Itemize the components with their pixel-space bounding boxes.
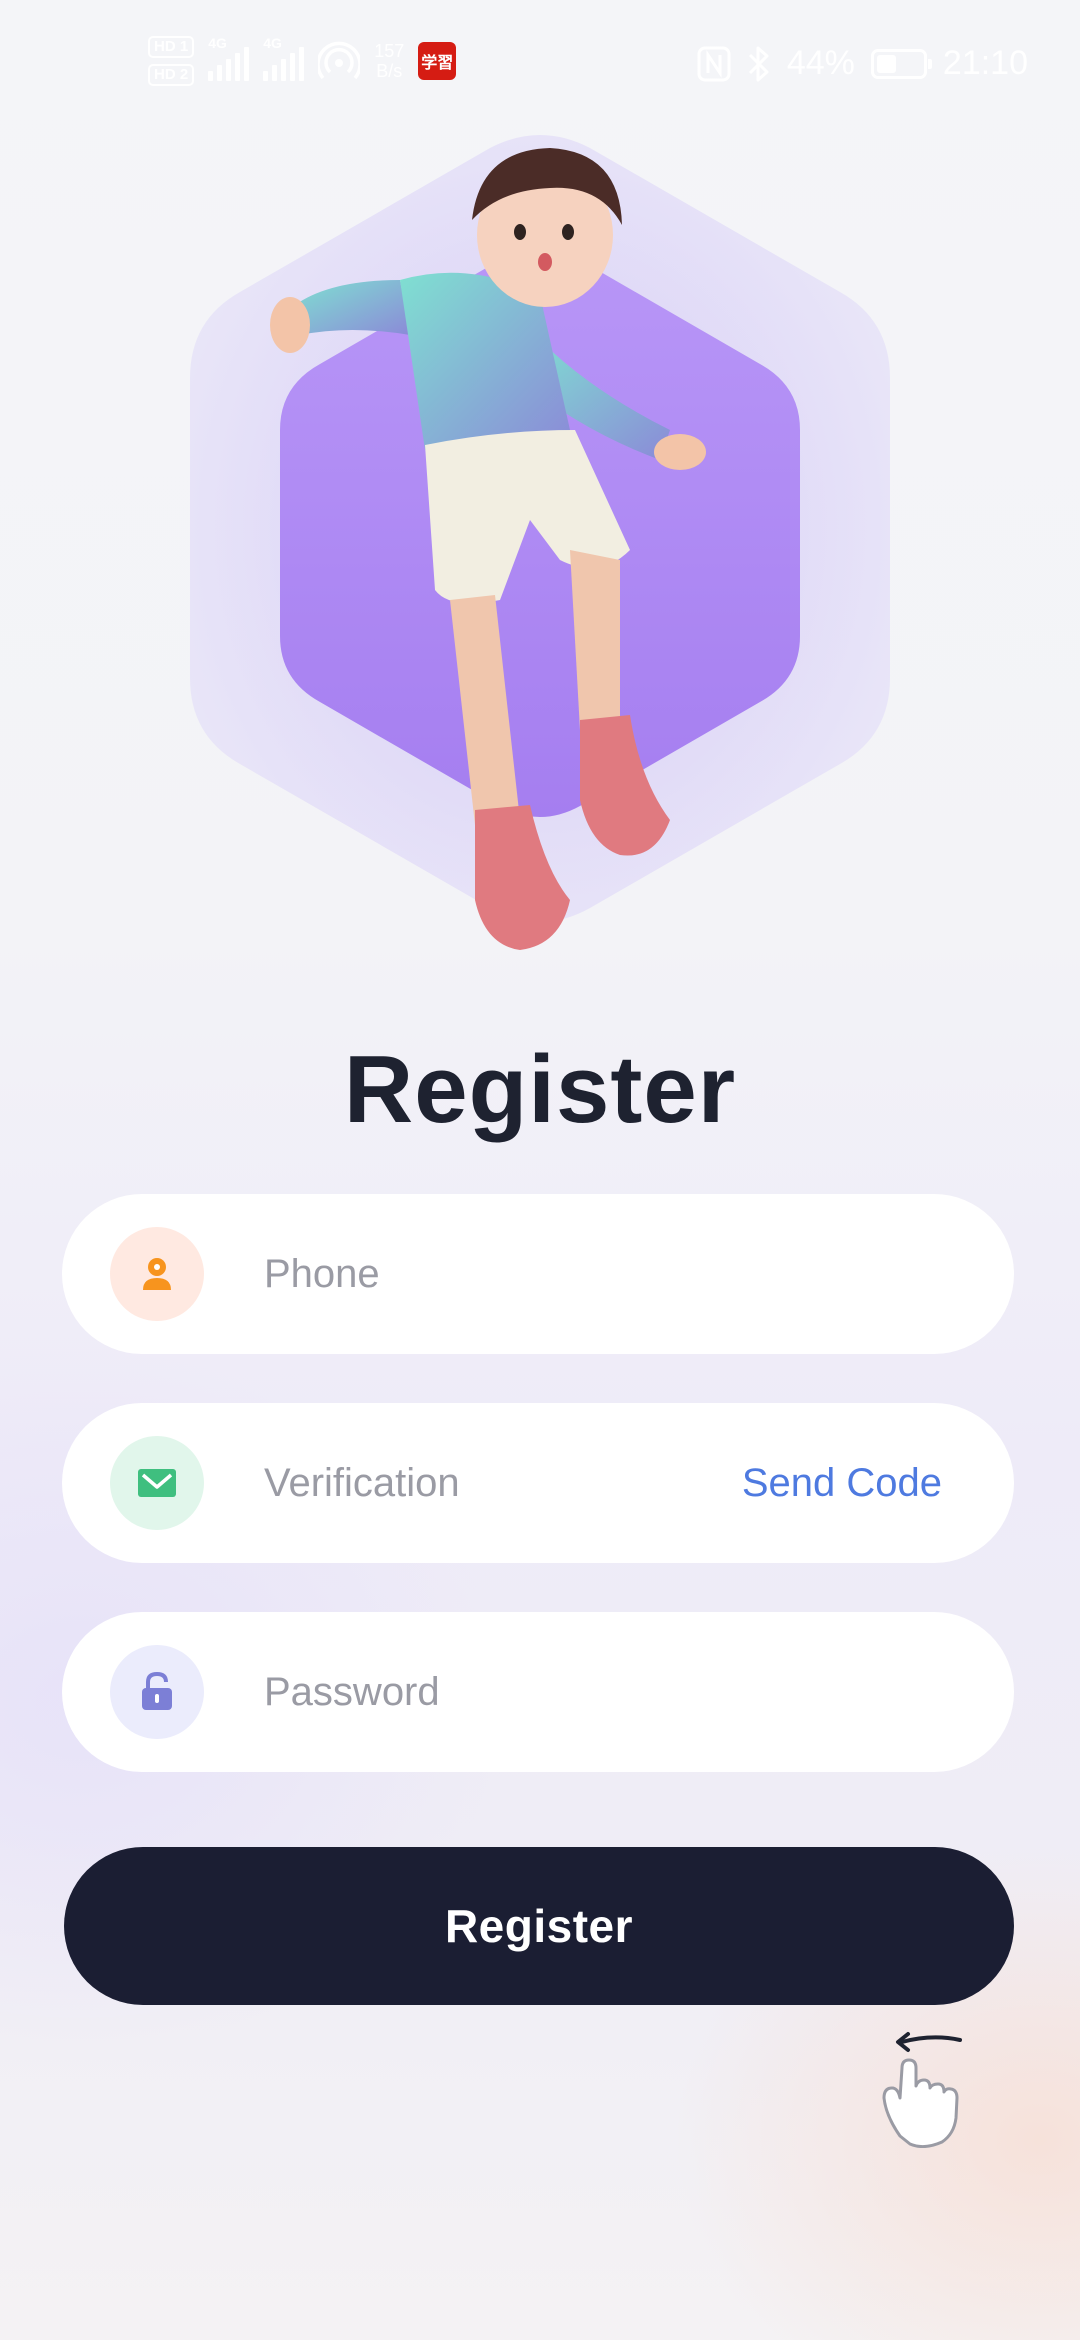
lock-icon xyxy=(142,1671,172,1710)
signal-bar xyxy=(235,53,241,81)
status-bar-left: HD 1 HD 2 4G 4G 157 B/s 学習 xyxy=(148,35,457,86)
signal-bar xyxy=(299,47,305,81)
hd-badge-sim2: HD 2 xyxy=(148,64,195,86)
swipe-back-gesture-icon xyxy=(882,2032,962,2148)
signal-icon-sim2: 4G xyxy=(263,35,305,81)
send-code-button[interactable]: Send Code xyxy=(742,1443,942,1523)
phone-field-icon xyxy=(110,1227,204,1321)
signal-bar xyxy=(208,71,214,81)
hotspot-icon xyxy=(318,41,361,80)
mail-icon xyxy=(138,1469,176,1497)
hero-illustration xyxy=(150,130,930,980)
verification-field-icon xyxy=(110,1436,204,1530)
password-input[interactable] xyxy=(264,1652,764,1732)
password-field[interactable] xyxy=(62,1612,1014,1772)
network-speed: 157 B/s xyxy=(374,41,404,81)
network-type-label: 4G xyxy=(263,35,282,51)
character-eye xyxy=(514,224,526,240)
status-bar: HD 1 HD 2 4G 4G 157 B/s 学習 44% 21:10 xyxy=(0,0,1080,130)
character-mouth xyxy=(538,253,552,271)
register-button[interactable]: Register xyxy=(64,1847,1014,2005)
signal-bar xyxy=(281,59,287,81)
hero-svg xyxy=(190,135,890,950)
app-notification-icon: 学習 xyxy=(418,42,457,80)
verification-input[interactable] xyxy=(264,1443,684,1523)
character-right-hand xyxy=(654,434,706,470)
signal-bar xyxy=(226,59,232,81)
user-icon xyxy=(143,1258,171,1290)
battery-level xyxy=(876,54,897,73)
signal-icon-sim1: 4G xyxy=(208,35,250,81)
battery-percent: 44% xyxy=(786,44,855,82)
network-type-label: 4G xyxy=(208,35,227,51)
signal-bar xyxy=(290,53,296,81)
phone-input[interactable] xyxy=(264,1234,764,1314)
nfc-icon xyxy=(697,46,731,81)
password-field-icon xyxy=(110,1645,204,1739)
hd-badges: HD 1 HD 2 xyxy=(148,36,195,86)
network-speed-unit: B/s xyxy=(376,61,403,81)
bluetooth-icon xyxy=(748,46,769,81)
character-eye xyxy=(562,224,574,240)
signal-bar xyxy=(272,65,278,81)
phone-field[interactable] xyxy=(62,1194,1014,1354)
clock: 21:10 xyxy=(942,44,1028,82)
hd-badge-sim1: HD 1 xyxy=(148,36,195,58)
signal-bar xyxy=(217,65,223,81)
verification-field[interactable]: Send Code xyxy=(62,1403,1014,1563)
status-bar-right: 44% 21:10 xyxy=(697,44,1028,83)
battery-icon xyxy=(870,48,932,79)
character-left-hand xyxy=(270,297,310,353)
signal-bar xyxy=(263,71,269,81)
network-speed-value: 157 xyxy=(374,41,405,61)
page-title: Register xyxy=(343,1036,737,1143)
signal-bar xyxy=(244,47,250,81)
